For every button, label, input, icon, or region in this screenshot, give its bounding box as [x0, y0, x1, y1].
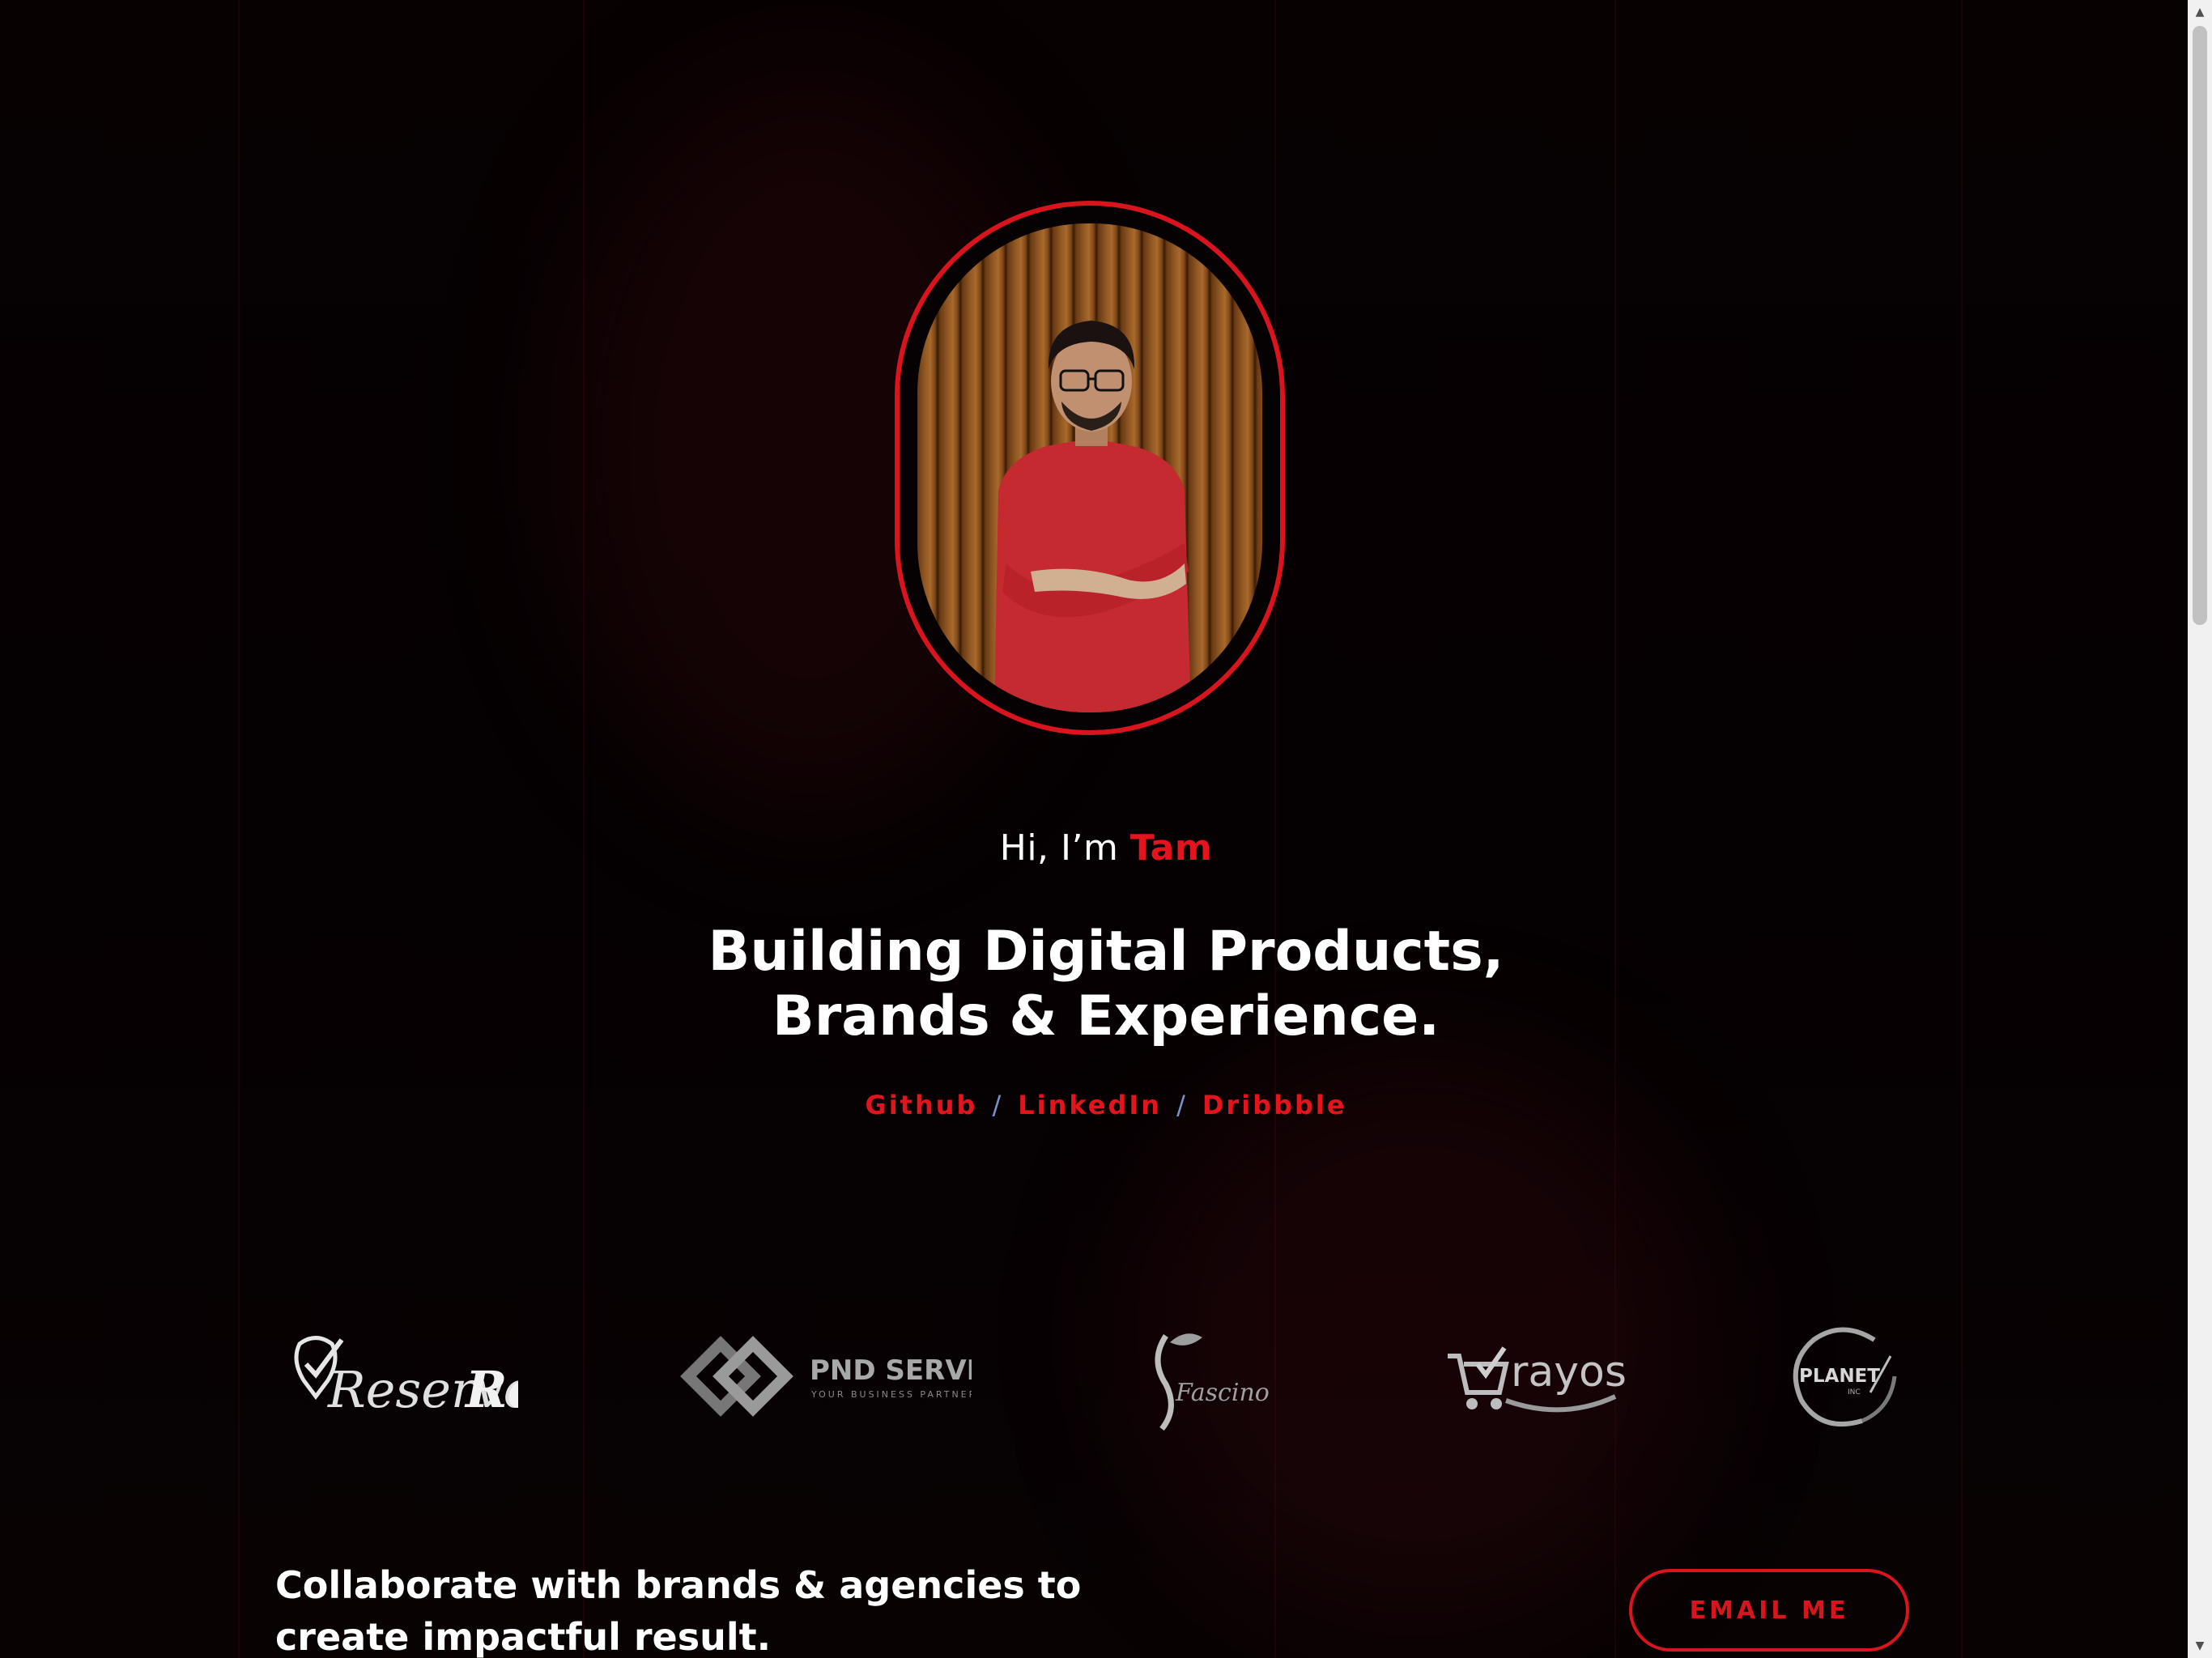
- pnd-service-tagline: YOUR BUSINESS PARTNER: [810, 1389, 972, 1400]
- headline-line-1: Building Digital Products,: [708, 920, 1504, 984]
- dribbble-link[interactable]: Dribbble: [1202, 1090, 1347, 1120]
- rayos-text: rayos: [1511, 1348, 1627, 1397]
- fascino-text: Fascino: [1175, 1379, 1270, 1407]
- portfolio-page: Hi, I’m Tam Building Digital Products, B…: [0, 0, 2212, 1658]
- headline-line-2: Brands & Experience.: [772, 984, 1440, 1048]
- fascino-icon: Fascino: [1155, 1333, 1270, 1431]
- profile-photo-frame: [895, 201, 1285, 735]
- rayos-logo: rayos: [1441, 1320, 1627, 1433]
- social-links: Github / LinkedIn / Dribbble: [0, 1090, 2212, 1120]
- greeting: Hi, I’m Tam: [0, 827, 2212, 869]
- email-me-button[interactable]: EMAIL ME: [1629, 1569, 1909, 1652]
- headline: Building Digital Products, Brands & Expe…: [0, 920, 2212, 1049]
- collaborate-text: Collaborate with brands & agencies to cr…: [275, 1563, 1082, 1658]
- github-link[interactable]: Github: [865, 1090, 977, 1120]
- greeting-name: Tam: [1129, 827, 1213, 869]
- scroll-down-arrow-icon[interactable]: ▼: [2188, 1634, 2212, 1658]
- pnd-service-icon: PND SERVICE YOUR BUSINESS PARTNER: [680, 1336, 972, 1417]
- reserveit-icon: Reserve Reserveit: [294, 1336, 518, 1419]
- client-logos: Reserve Reserveit PND SERVICE YOUR BUSIN…: [275, 1320, 1911, 1433]
- person-illustration: [994, 321, 1191, 712]
- pnd-service-name: PND SERVICE: [810, 1354, 972, 1387]
- fascino-logo: Fascino: [1134, 1320, 1279, 1433]
- reserveit-logo: Reserve Reserveit: [283, 1320, 518, 1433]
- reserveit-text: Reserveit: [464, 1360, 518, 1419]
- separator: /: [992, 1090, 1004, 1120]
- separator: /: [1176, 1090, 1188, 1120]
- greeting-prefix: Hi, I’m: [999, 827, 1130, 869]
- pnd-service-logo: PND SERVICE YOUR BUSINESS PARTNER: [680, 1320, 972, 1433]
- scrollbar-thumb[interactable]: [2193, 26, 2207, 625]
- planet-inc-logo: PLANET INC: [1781, 1320, 1903, 1433]
- scroll-up-arrow-icon[interactable]: ▲: [2188, 0, 2212, 24]
- profile-photo: [917, 223, 1262, 712]
- planet-sub: INC: [1848, 1388, 1861, 1397]
- rayos-icon: rayos: [1448, 1346, 1627, 1413]
- linkedin-link[interactable]: LinkedIn: [1018, 1090, 1162, 1120]
- planet-icon: PLANET INC: [1793, 1327, 1897, 1427]
- planet-text: PLANET: [1799, 1366, 1880, 1387]
- page-scrollbar[interactable]: ▲ ▼: [2188, 0, 2212, 1658]
